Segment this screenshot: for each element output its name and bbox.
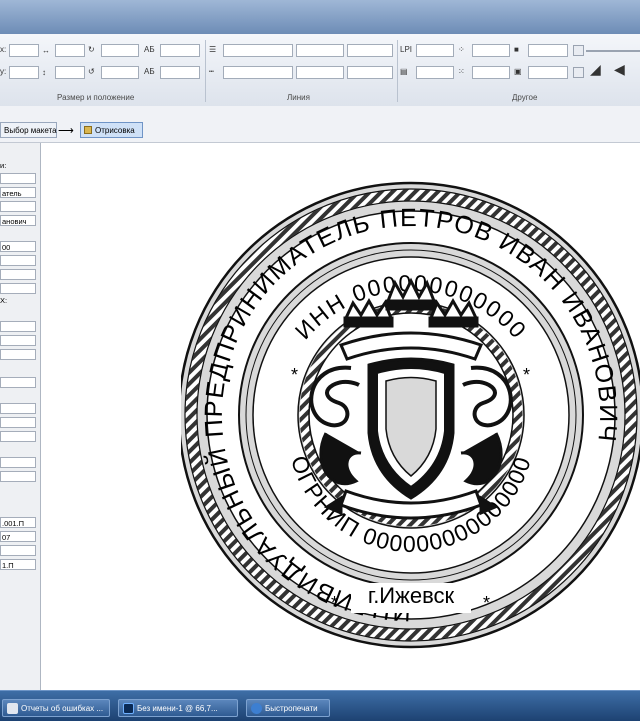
taskbar-item-label: Отчеты об ошибках ... xyxy=(21,704,104,713)
step-drawing-label: Отрисовка xyxy=(95,126,135,135)
crown-right-icon xyxy=(428,297,479,328)
y-label: y: xyxy=(0,67,7,76)
flip-horizontal-icon[interactable]: ◀ xyxy=(614,62,625,76)
line-dash-select[interactable] xyxy=(223,66,293,79)
panel-field[interactable] xyxy=(0,269,36,280)
text-height-field[interactable] xyxy=(160,66,200,79)
panel-field[interactable]: 00 xyxy=(0,241,36,252)
taskbar-item-photoshop[interactable]: Без имени-1 @ 66,7... xyxy=(118,699,238,717)
rotate-icon[interactable]: ↻ xyxy=(88,45,95,55)
panel-field[interactable] xyxy=(0,321,36,332)
line-cap-select[interactable] xyxy=(296,66,344,79)
stamp-city-text: г.Ижевск xyxy=(368,583,455,608)
panel-field[interactable] xyxy=(0,545,36,556)
panel-field[interactable] xyxy=(0,349,36,360)
stroke-icon[interactable]: ▣ xyxy=(514,67,522,77)
lpi-field[interactable] xyxy=(416,44,454,57)
panel-field[interactable] xyxy=(0,283,36,294)
dots-icon[interactable]: ⁘ xyxy=(458,45,465,55)
taskbar-item-label: Быстропечати xyxy=(265,704,318,713)
height-icon: ↕ xyxy=(42,68,46,77)
star-right: * xyxy=(523,365,530,385)
panel-field[interactable] xyxy=(0,377,36,388)
panel-field[interactable] xyxy=(0,403,36,414)
folder-icon xyxy=(84,126,92,134)
swap-button[interactable] xyxy=(573,67,584,78)
pos-y-field[interactable] xyxy=(9,66,39,79)
pos-x-field[interactable] xyxy=(9,44,39,57)
ribbon-divider xyxy=(397,40,398,102)
error-report-icon xyxy=(7,703,18,714)
group-line-label: Линия xyxy=(287,93,310,102)
app-icon xyxy=(251,703,262,714)
panel-field[interactable] xyxy=(0,457,36,468)
skew-field[interactable] xyxy=(101,66,139,79)
star-bottom-right: * xyxy=(483,593,490,613)
panel-field[interactable] xyxy=(0,431,36,442)
panel-field[interactable] xyxy=(0,173,36,184)
panel-field[interactable]: анович xyxy=(0,215,36,226)
ribbon-divider xyxy=(205,40,206,102)
text-height-icon[interactable]: АБ xyxy=(144,67,155,77)
panel-field[interactable] xyxy=(0,335,36,346)
line-color-select[interactable] xyxy=(296,44,344,57)
skew-icon[interactable]: ↺ xyxy=(88,67,95,77)
zoom-out-button[interactable] xyxy=(573,45,584,56)
arrow-right-icon: ⟶ xyxy=(58,125,74,137)
star-left: * xyxy=(291,365,298,385)
line-style-icon: ☰ xyxy=(209,45,217,54)
panel-field[interactable]: .001.П xyxy=(0,517,36,528)
panel-field[interactable]: атель xyxy=(0,187,36,198)
halftone-field[interactable] xyxy=(416,66,454,79)
panel-field[interactable]: 1.П xyxy=(0,559,36,570)
panel-field[interactable]: 07 xyxy=(0,531,36,542)
print-icon: ▤ xyxy=(400,67,408,76)
lpi-label: LPI xyxy=(400,45,413,54)
window-titlebar xyxy=(0,0,640,34)
group-size-position-label: Размер и положение xyxy=(57,93,135,102)
fill-icon[interactable]: ■ xyxy=(514,45,519,55)
line-join-select[interactable] xyxy=(347,44,393,57)
crown-left-icon xyxy=(343,297,394,328)
panel-label: X: xyxy=(0,296,8,305)
star-bottom-left: * xyxy=(331,593,338,613)
x-label: x: xyxy=(0,45,7,54)
line-width-select[interactable] xyxy=(223,44,293,57)
dots-alt-icon[interactable]: ⁙ xyxy=(458,67,465,77)
line-end-select[interactable] xyxy=(347,66,393,79)
group-other-label: Другое xyxy=(512,93,538,102)
panel-label: и: xyxy=(0,161,7,170)
photoshop-icon xyxy=(123,703,134,714)
dot-angle-field[interactable] xyxy=(472,66,510,79)
panel-field[interactable] xyxy=(0,471,36,482)
line-dash-icon: ┅ xyxy=(209,67,214,76)
panel-field[interactable] xyxy=(0,417,36,428)
stroke-select[interactable] xyxy=(528,66,568,79)
drawing-canvas[interactable]: ИНДИВИДУАЛЬНЫЙ ПРЕДПРИНИМАТЕЛЬ ПЕТРОВ ИВ… xyxy=(41,143,640,690)
crown-center-icon xyxy=(385,277,437,311)
step-layout-select[interactable]: Выбор макета xyxy=(0,122,57,138)
step-drawing[interactable]: Отрисовка xyxy=(80,122,143,138)
panel-field[interactable] xyxy=(0,201,36,212)
ribbon-toolbar: x: y: ↔ ↕ ↻ ↺ АБ АБ Размер и положение ☰… xyxy=(0,34,640,107)
dot-size-field[interactable] xyxy=(472,44,510,57)
width-icon: ↔ xyxy=(42,46,50,55)
flip-vertical-icon[interactable]: ◢ xyxy=(590,62,601,76)
text-width-icon[interactable]: АБ xyxy=(144,45,155,55)
taskbar-item-bystropechati[interactable]: Быстропечати xyxy=(246,699,330,717)
taskbar: Отчеты об ошибках ... Без имени-1 @ 66,7… xyxy=(0,690,640,721)
text-width-field[interactable] xyxy=(160,44,200,57)
panel-field[interactable] xyxy=(0,255,36,266)
rotate-field[interactable] xyxy=(101,44,139,57)
fill-select[interactable] xyxy=(528,44,568,57)
properties-panel: и: атель анович 00 X: .001.П 07 1.П xyxy=(0,143,41,690)
taskbar-item-label: Без имени-1 @ 66,7... xyxy=(137,704,218,713)
height-field[interactable] xyxy=(55,66,85,79)
width-field[interactable] xyxy=(55,44,85,57)
wizard-steps-bar: Выбор макета ⟶ Отрисовка xyxy=(0,106,640,143)
taskbar-item-error-reports[interactable]: Отчеты об ошибках ... xyxy=(2,699,110,717)
stamp-preview: ИНДИВИДУАЛЬНЫЙ ПРЕДПРИНИМАТЕЛЬ ПЕТРОВ ИВ… xyxy=(181,181,640,649)
zoom-slider[interactable] xyxy=(586,50,640,52)
